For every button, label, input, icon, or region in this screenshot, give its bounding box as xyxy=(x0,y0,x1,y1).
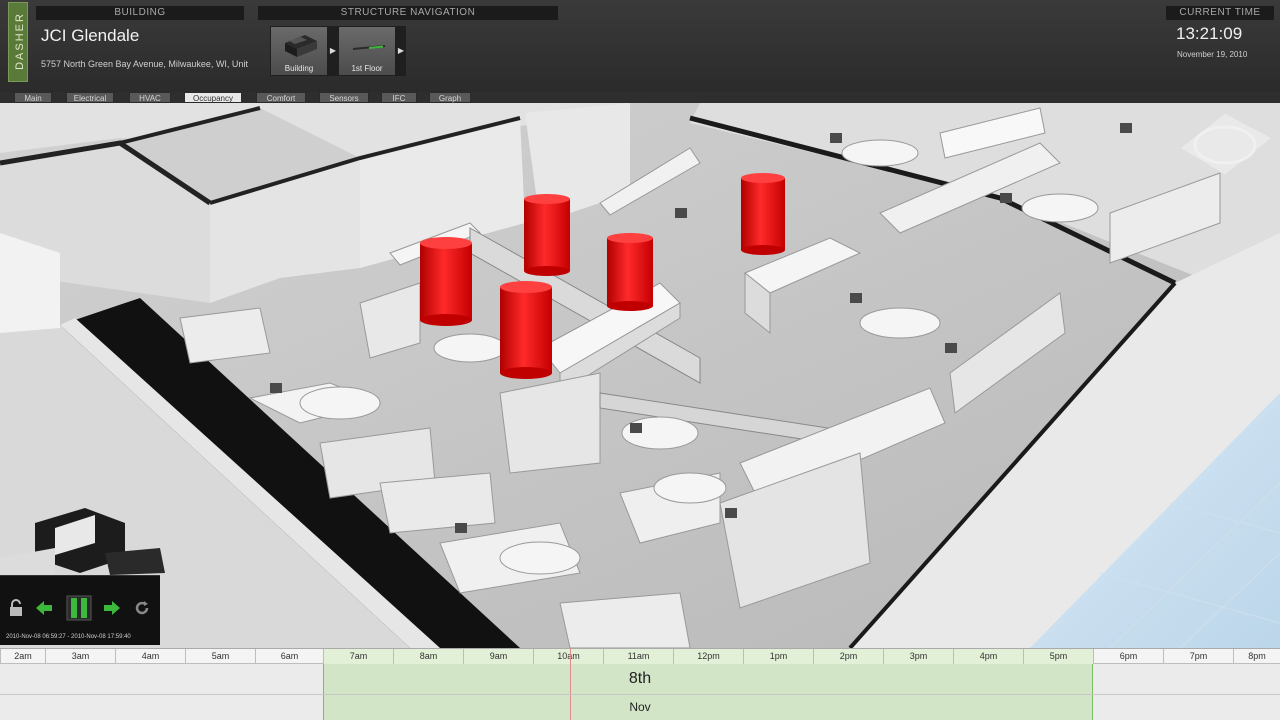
nav-building-button[interactable]: Building xyxy=(270,26,328,76)
brand-strip: DASHER xyxy=(8,2,28,82)
playback-range: 2010-Nov-08 06:59:27 - 2010-Nov-08 17:59… xyxy=(6,634,131,640)
tab-main[interactable]: Main xyxy=(14,92,52,103)
nav-arrow-right-icon[interactable]: ▶ xyxy=(328,26,338,76)
building-address: 5757 North Green Bay Avenue, Milwaukee, … xyxy=(41,59,248,69)
timeline-hour: 9am xyxy=(463,649,533,664)
timeline-hour: 4pm xyxy=(953,649,1023,664)
floor-3d-viewport[interactable] xyxy=(0,103,1280,648)
occupancy-marker xyxy=(607,233,653,311)
nav-floor-label: 1st Floor xyxy=(351,64,383,73)
timeline-hours: 2am 3am 4am 5am 6am 7am 8am 9am 10am 11a… xyxy=(0,648,1280,664)
building-icon xyxy=(285,35,317,57)
building-panel-header: BUILDING xyxy=(36,6,244,20)
nav-arrow-right-icon[interactable]: ▶ xyxy=(396,26,406,76)
timeline-day: 8th xyxy=(628,670,652,687)
timeline-hour: 7am xyxy=(323,649,393,664)
occupancy-marker xyxy=(741,173,785,255)
timeline-month-row: Nov xyxy=(0,694,1280,718)
current-time-value: 13:21:09 xyxy=(1176,24,1243,43)
reset-icon[interactable] xyxy=(132,598,152,618)
timeline-hour: 7pm xyxy=(1163,649,1233,664)
pause-icon[interactable] xyxy=(66,595,92,621)
structure-nav-header: STRUCTURE NAVIGATION xyxy=(258,6,558,20)
timeline-hour: 4am xyxy=(115,649,185,664)
playback-controls: 2010-Nov-08 06:59:27 - 2010-Nov-08 17:59… xyxy=(0,575,160,645)
timeline-hour: 5am xyxy=(185,649,255,664)
timeline-hour: 10am xyxy=(533,649,603,664)
tab-comfort[interactable]: Comfort xyxy=(256,92,306,103)
timeline-hour: 8pm xyxy=(1233,649,1280,664)
timeline-hour: 2am xyxy=(0,649,45,664)
current-time-header: CURRENT TIME xyxy=(1166,6,1274,20)
nav-building-label: Building xyxy=(284,64,314,73)
current-date-value: November 19, 2010 xyxy=(1177,50,1248,59)
dasher-app: DASHER BUILDING JCI Glendale 5757 North … xyxy=(0,0,1280,720)
timeline-hour: 1pm xyxy=(743,649,813,664)
timeline-hour: 3pm xyxy=(883,649,953,664)
view-tabs: Main Electrical HVAC Occupancy Comfort S… xyxy=(0,92,1280,103)
header-bar: DASHER BUILDING JCI Glendale 5757 North … xyxy=(0,0,1280,92)
occupancy-marker xyxy=(524,194,570,276)
timeline-hour: 3am xyxy=(45,649,115,664)
timeline-hour: 11am xyxy=(603,649,673,664)
timeline-hour: 5pm xyxy=(1023,649,1093,664)
floor-icon xyxy=(352,45,386,50)
timeline[interactable]: 2am 3am 4am 5am 6am 7am 8am 9am 10am 11a… xyxy=(0,648,1280,720)
occupancy-marker xyxy=(420,237,472,326)
tab-hvac[interactable]: HVAC xyxy=(129,92,171,103)
tab-occupancy[interactable]: Occupancy xyxy=(184,92,242,103)
brand-label: DASHER xyxy=(14,12,26,70)
timeline-hour: 6pm xyxy=(1093,649,1163,664)
nav-floor-button[interactable]: 1st Floor xyxy=(338,26,396,76)
tab-ifc[interactable]: IFC xyxy=(381,92,417,103)
back-icon[interactable] xyxy=(34,598,54,618)
building-name: JCI Glendale xyxy=(41,26,140,45)
timeline-month: Nov xyxy=(629,700,651,714)
occupancy-marker xyxy=(500,281,552,379)
timeline-hour: 12pm xyxy=(673,649,743,664)
tab-sensors[interactable]: Sensors xyxy=(319,92,369,103)
tab-electrical[interactable]: Electrical xyxy=(66,92,114,103)
tab-graph[interactable]: Graph xyxy=(429,92,471,103)
timeline-hour: 2pm xyxy=(813,649,883,664)
lock-icon[interactable] xyxy=(6,598,26,618)
forward-icon[interactable] xyxy=(102,598,122,618)
timeline-hour: 8am xyxy=(393,649,463,664)
floor-plan-render[interactable] xyxy=(0,103,1280,648)
timeline-hour: 6am xyxy=(255,649,323,664)
